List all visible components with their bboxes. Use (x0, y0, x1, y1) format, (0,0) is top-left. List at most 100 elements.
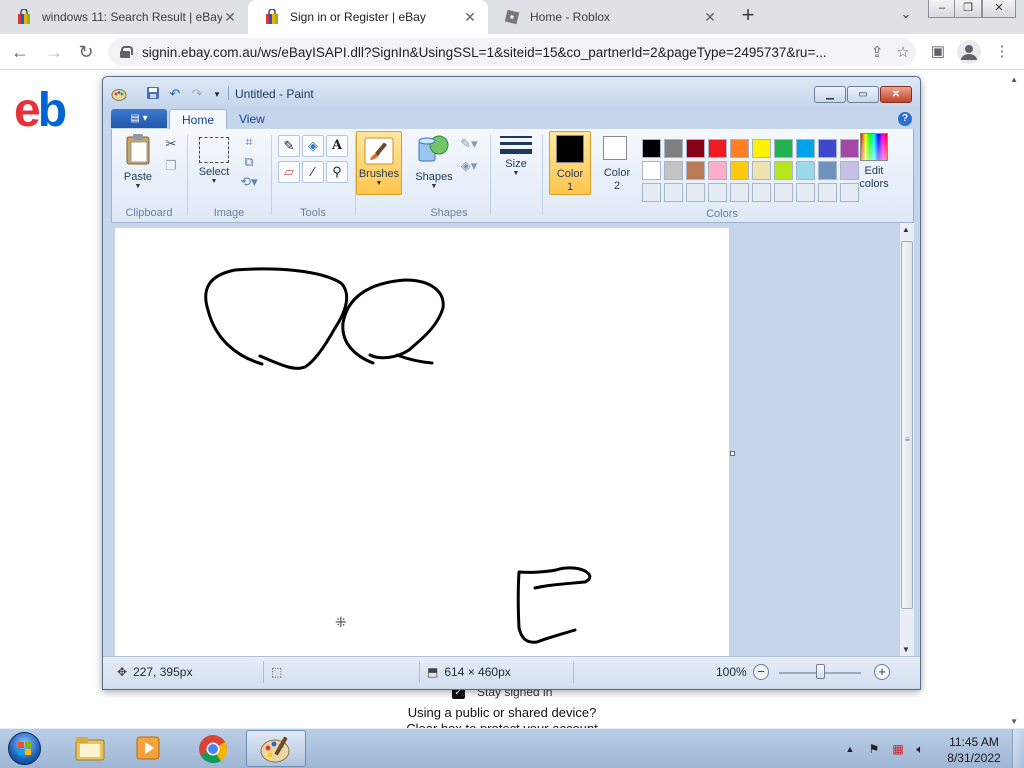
undo-icon[interactable]: ↶ (167, 86, 183, 102)
palette-swatch[interactable] (730, 161, 749, 180)
custom-color-slot[interactable] (796, 183, 815, 202)
pencil-icon[interactable]: ✎ (278, 135, 300, 157)
palette-swatch[interactable] (686, 161, 705, 180)
tab-home[interactable]: Home (169, 109, 228, 130)
scrollbar-thumb[interactable]: ≡ (901, 241, 913, 609)
paste-button[interactable]: Paste ▼ (116, 133, 160, 190)
tab-view[interactable]: View (227, 109, 277, 130)
volume-icon[interactable]: 🔈︎ (912, 741, 928, 757)
scroll-up-arrow-icon[interactable]: ▲ (902, 225, 910, 234)
taskbar-paint[interactable] (246, 730, 306, 767)
custom-color-slot[interactable] (774, 183, 793, 202)
show-hidden-icons-icon[interactable]: ▲ (842, 741, 858, 757)
tab-ebay-signin[interactable]: Sign in or Register | eBay ✕ (248, 0, 488, 34)
start-button[interactable] (4, 731, 44, 767)
palette-swatch[interactable] (664, 139, 683, 158)
palette-swatch[interactable] (686, 139, 705, 158)
color2-button[interactable]: Color 2 (596, 131, 638, 195)
taskbar-clock[interactable]: 11:45 AM 8/31/2022 (936, 734, 1012, 766)
palette-swatch[interactable] (796, 139, 815, 158)
custom-color-slot[interactable] (642, 183, 661, 202)
restore-button[interactable]: ❐ (954, 0, 982, 18)
custom-color-slot[interactable] (664, 183, 683, 202)
palette-swatch[interactable] (708, 139, 727, 158)
palette-swatch[interactable] (818, 161, 837, 180)
resize-icon[interactable]: ⧉ (240, 153, 258, 171)
size-button[interactable]: Size ▼ (496, 133, 536, 177)
customize-qat-icon[interactable]: ▾ (209, 86, 225, 102)
redo-icon[interactable]: ↷ (189, 86, 205, 102)
color1-button[interactable]: Color 1 (549, 131, 591, 195)
shapes-button[interactable]: Shapes ▼ (410, 133, 458, 190)
zoom-slider-thumb[interactable] (816, 664, 825, 679)
paint-menu-button[interactable]: ▤ ▾ (111, 109, 167, 128)
palette-swatch[interactable] (752, 139, 771, 158)
share-icon[interactable]: ⇪ (864, 43, 890, 61)
tab-ebay-search[interactable]: windows 11: Search Result | eBay ✕ (0, 0, 248, 34)
paint-title-bar[interactable]: ↶ ↷ ▾ Untitled - Paint ▁ ▭ ✕ (103, 77, 920, 107)
palette-swatch[interactable] (642, 161, 661, 180)
palette-swatch[interactable] (796, 161, 815, 180)
palette-swatch[interactable] (752, 161, 771, 180)
copy-icon[interactable]: ❐ (162, 157, 180, 175)
tab-search-chevron-icon[interactable]: ⌄ (896, 6, 916, 26)
custom-color-slot[interactable] (708, 183, 727, 202)
url-text[interactable]: signin.ebay.com.au/ws/eBayISAPI.dll?Sign… (142, 45, 864, 60)
color-picker-icon[interactable]: ⁄ (302, 161, 324, 183)
minimize-button[interactable]: – (928, 0, 956, 18)
help-icon[interactable]: ? (898, 112, 912, 126)
magnifier-icon[interactable]: ⚲ (326, 161, 348, 183)
show-desktop-button[interactable] (1012, 729, 1024, 768)
crop-icon[interactable]: ⌗ (240, 133, 258, 151)
cut-scissors-icon[interactable]: ✂ (162, 135, 180, 153)
outline-icon[interactable]: ✎▾ (460, 135, 478, 153)
palette-swatch[interactable] (774, 161, 793, 180)
paint-maximize-button[interactable]: ▭ (847, 86, 879, 103)
zoom-out-button[interactable]: − (753, 664, 769, 680)
select-button[interactable]: Select ▼ (194, 133, 234, 185)
taskbar-chrome[interactable] (184, 730, 244, 767)
new-tab-button[interactable]: + (736, 4, 760, 28)
save-icon[interactable] (145, 86, 161, 102)
reload-icon[interactable]: ↻ (74, 40, 98, 64)
page-scrollbar[interactable]: ▲ ▼ (1004, 71, 1024, 728)
custom-color-slot[interactable] (818, 183, 837, 202)
palette-swatch[interactable] (730, 139, 749, 158)
canvas-resize-handle[interactable] (730, 451, 735, 456)
zoom-in-button[interactable]: + (874, 664, 890, 680)
eraser-icon[interactable]: ▱ (278, 161, 300, 183)
bookmark-star-icon[interactable]: ☆ (890, 43, 916, 61)
tab-roblox[interactable]: Home - Roblox ✕ (488, 0, 728, 34)
custom-color-slot[interactable] (730, 183, 749, 202)
back-arrow-icon[interactable]: ← (8, 40, 32, 64)
close-tab-icon[interactable]: ✕ (222, 9, 238, 26)
text-tool-icon[interactable]: A (326, 135, 348, 157)
ebay-logo[interactable]: eb (14, 81, 67, 141)
address-bar[interactable]: signin.ebay.com.au/ws/eBayISAPI.dll?Sign… (108, 38, 916, 66)
scroll-down-arrow-icon[interactable]: ▼ (1010, 717, 1018, 726)
close-tab-icon[interactable]: ✕ (462, 9, 478, 26)
palette-swatch[interactable] (664, 161, 683, 180)
paint-minimize-button[interactable]: ▁ (814, 86, 846, 103)
rotate-icon[interactable]: ⟲▾ (240, 173, 258, 191)
edit-colors-button[interactable]: Edit colors (854, 133, 894, 191)
palette-swatch[interactable] (708, 161, 727, 180)
fill-icon[interactable]: ◈▾ (460, 157, 478, 175)
forward-arrow-icon[interactable]: → (42, 40, 66, 64)
palette-swatch[interactable] (818, 139, 837, 158)
side-panel-icon[interactable]: ▣ (926, 40, 950, 64)
drawing-canvas[interactable] (115, 228, 729, 656)
brushes-button[interactable]: Brushes ▼ (356, 131, 402, 195)
profile-avatar-icon[interactable] (957, 40, 981, 64)
palette-swatch[interactable] (642, 139, 661, 158)
close-window-button[interactable]: ✕ (982, 0, 1016, 18)
custom-color-slot[interactable] (686, 183, 705, 202)
scroll-down-arrow-icon[interactable]: ▼ (902, 645, 910, 654)
action-center-icon[interactable]: ⚑ (866, 741, 882, 757)
kebab-menu-icon[interactable]: ⋮ (990, 40, 1014, 64)
custom-color-slot[interactable] (752, 183, 771, 202)
network-disconnected-icon[interactable]: ▦ (890, 741, 906, 757)
close-tab-icon[interactable]: ✕ (702, 9, 718, 26)
fill-bucket-icon[interactable]: ◈ (302, 135, 324, 157)
palette-swatch[interactable] (774, 139, 793, 158)
